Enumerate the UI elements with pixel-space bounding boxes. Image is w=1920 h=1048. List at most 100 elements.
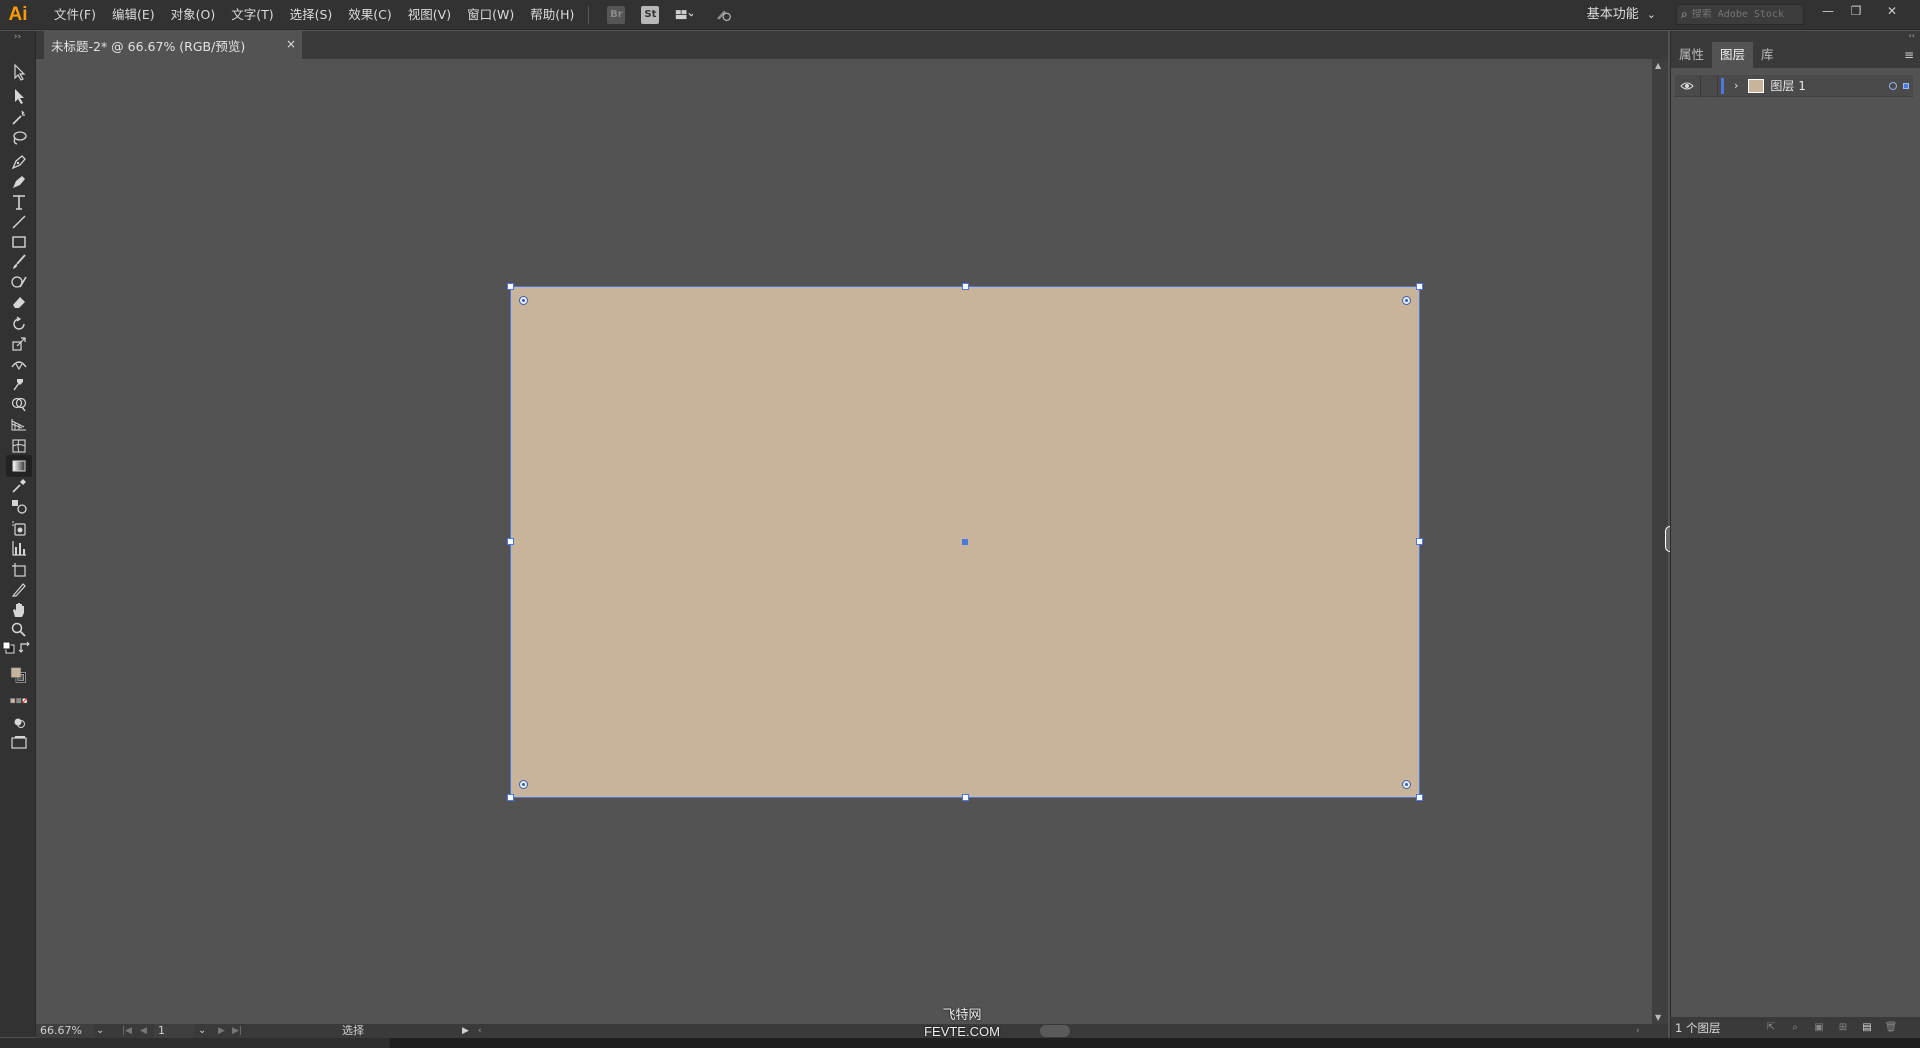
selection-indicator-icon[interactable]: [1903, 82, 1909, 89]
scroll-down-icon[interactable]: ▼: [1655, 1013, 1661, 1022]
selection-tool-icon[interactable]: [6, 61, 32, 83]
play-arrow-icon[interactable]: ▶: [462, 1024, 469, 1038]
clipping-mask-icon[interactable]: ▣: [1811, 1021, 1827, 1035]
vertical-scrollbar[interactable]: ▲ ▼: [1652, 59, 1675, 1024]
horizontal-scroll-thumb[interactable]: [1040, 1025, 1070, 1037]
slice-tool-icon[interactable]: [6, 579, 32, 601]
shape-builder-tool-icon[interactable]: [6, 393, 32, 415]
eyedropper-tool-icon[interactable]: [6, 475, 32, 497]
restore-button[interactable]: ❐: [1842, 0, 1870, 22]
menu-help[interactable]: 帮助(H): [522, 0, 582, 30]
corner-radius-widget[interactable]: [1402, 780, 1411, 789]
direct-selection-tool-icon[interactable]: [6, 85, 32, 107]
collapse-panel-icon[interactable]: ‹‹: [1671, 31, 1920, 42]
column-graph-tool-icon[interactable]: [6, 537, 32, 559]
document-tab[interactable]: 未标题-2* @ 66.67% (RGB/预览) ×: [44, 31, 302, 59]
perspective-grid-tool-icon[interactable]: [6, 413, 32, 435]
pen-tool-icon[interactable]: [6, 151, 32, 173]
rectangle-tool-icon[interactable]: [6, 231, 32, 253]
locate-object-icon[interactable]: ⌕: [1787, 1021, 1803, 1035]
resize-handle-bottom-left[interactable]: [507, 794, 514, 801]
bridge-icon[interactable]: Br: [607, 5, 626, 24]
stock-icon[interactable]: St: [641, 5, 660, 24]
target-circle-icon[interactable]: [1889, 81, 1897, 90]
shaper-tool-icon[interactable]: [6, 271, 32, 293]
corner-radius-widget[interactable]: [519, 780, 528, 789]
workspace-switcher[interactable]: 基本功能 ⌄: [1587, 0, 1656, 30]
stock-search-input[interactable]: [1691, 9, 1792, 20]
scroll-right-icon[interactable]: ›: [1636, 1024, 1640, 1038]
line-tool-icon[interactable]: [6, 211, 32, 233]
layer-name[interactable]: 图层 1: [1770, 77, 1889, 94]
new-sublayer-icon[interactable]: ⊞: [1835, 1021, 1851, 1035]
swap-colors-icon[interactable]: [18, 641, 32, 655]
lock-toggle[interactable]: [1700, 74, 1718, 97]
tab-properties[interactable]: 属性: [1671, 42, 1712, 68]
chevron-down-icon[interactable]: ⌄: [96, 1024, 104, 1038]
collapse-toolbar-icon[interactable]: ››: [0, 31, 35, 45]
puppet-warp-tool-icon[interactable]: [6, 373, 32, 395]
resize-handle-right[interactable]: [1416, 538, 1423, 545]
current-tool-status[interactable]: 选择: [342, 1024, 364, 1038]
zoom-tool-icon[interactable]: [6, 619, 32, 641]
canvas[interactable]: [36, 59, 1652, 1024]
mesh-tool-icon[interactable]: [6, 435, 32, 457]
artboard-number-field[interactable]: 1: [154, 1024, 194, 1038]
chevron-down-icon[interactable]: ⌄: [198, 1024, 206, 1038]
paintbrush-tool-icon[interactable]: [6, 251, 32, 273]
resize-handle-top[interactable]: [962, 283, 969, 290]
stock-search-box[interactable]: ⌕: [1676, 4, 1804, 25]
width-tool-icon[interactable]: [6, 353, 32, 375]
export-icon[interactable]: ⇱: [1763, 1021, 1779, 1035]
screen-mode-icon[interactable]: [6, 731, 32, 753]
resize-handle-top-right[interactable]: [1416, 283, 1423, 290]
menu-window[interactable]: 窗口(W): [459, 0, 522, 30]
menu-file[interactable]: 文件(F): [46, 0, 104, 30]
menu-select[interactable]: 选择(S): [282, 0, 341, 30]
zoom-level-field[interactable]: 66.67%: [36, 1024, 94, 1038]
next-artboard-icon[interactable]: ▶: [218, 1024, 225, 1038]
lasso-tool-icon[interactable]: [6, 127, 32, 149]
eye-icon[interactable]: [1678, 81, 1696, 91]
blend-tool-icon[interactable]: [6, 495, 32, 517]
delete-icon[interactable]: 🗑: [1883, 1021, 1899, 1035]
close-window-button[interactable]: ✕: [1878, 0, 1906, 22]
last-artboard-icon[interactable]: ▶|: [232, 1024, 242, 1038]
gpu-performance-icon[interactable]: [715, 6, 733, 24]
rotate-tool-icon[interactable]: [6, 313, 32, 335]
drawing-modes-icon[interactable]: [6, 711, 32, 733]
menu-effect[interactable]: 效果(C): [340, 0, 399, 30]
symbol-sprayer-tool-icon[interactable]: [6, 517, 32, 539]
magic-wand-tool-icon[interactable]: [6, 107, 32, 129]
tab-layers[interactable]: 图层: [1712, 42, 1754, 68]
scroll-up-icon[interactable]: ▲: [1655, 61, 1661, 70]
panel-menu-icon[interactable]: ≡: [1904, 48, 1914, 62]
resize-handle-bottom[interactable]: [962, 794, 969, 801]
scale-tool-icon[interactable]: [6, 333, 32, 355]
corner-radius-widget[interactable]: [1402, 296, 1411, 305]
selected-rectangle[interactable]: [507, 283, 1423, 801]
eraser-tool-icon[interactable]: [6, 291, 32, 313]
fill-stroke-swatches[interactable]: [4, 661, 34, 689]
resize-handle-left[interactable]: [507, 538, 514, 545]
menu-type[interactable]: 文字(T): [223, 0, 281, 30]
artboard-tool-icon[interactable]: [6, 559, 32, 581]
gradient-tool-icon[interactable]: [6, 455, 32, 477]
resize-handle-bottom-right[interactable]: [1416, 794, 1423, 801]
color-mode-icons[interactable]: [4, 695, 34, 707]
menu-object[interactable]: 对象(O): [163, 0, 224, 30]
first-artboard-icon[interactable]: |◀: [122, 1024, 132, 1038]
layer-row[interactable]: › 图层 1: [1675, 74, 1913, 97]
arrange-documents-icon[interactable]: [675, 6, 694, 24]
hand-tool-icon[interactable]: [6, 599, 32, 621]
type-tool-icon[interactable]: [6, 191, 32, 213]
scroll-left-icon[interactable]: ‹: [478, 1024, 482, 1038]
minimize-button[interactable]: —: [1814, 0, 1842, 22]
curvature-tool-icon[interactable]: [6, 171, 32, 193]
default-colors-icon[interactable]: [2, 641, 16, 655]
new-layer-icon[interactable]: ▤: [1859, 1021, 1875, 1035]
previous-artboard-icon[interactable]: ◀: [140, 1024, 147, 1038]
corner-radius-widget[interactable]: [519, 296, 528, 305]
chevron-right-icon[interactable]: ›: [1734, 79, 1738, 92]
close-icon[interactable]: ×: [286, 37, 296, 51]
